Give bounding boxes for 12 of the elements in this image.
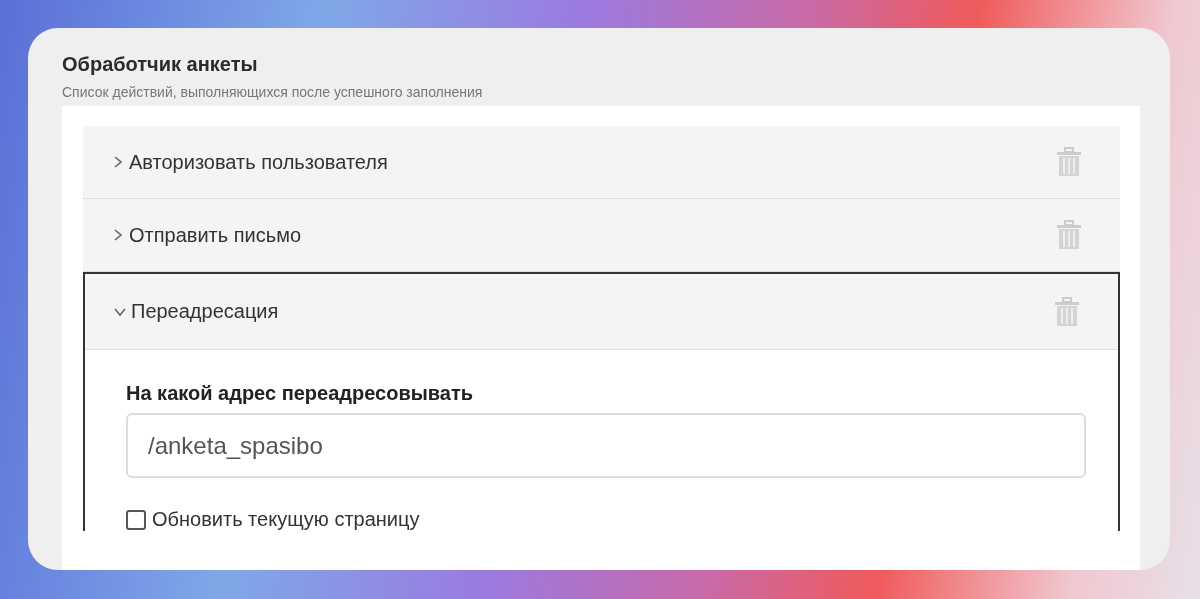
action-title: Авторизовать пользователя [129, 150, 389, 174]
field-label: На какой адрес переадресовывать [126, 382, 475, 405]
panel-title: Обработчик анкеты [62, 53, 259, 76]
action-header[interactable]: Переадресация [85, 274, 1118, 350]
checkbox-label: Обновить текущую страницу [152, 508, 420, 531]
action-header[interactable]: Авторизовать пользователя [83, 126, 1120, 198]
action-title: Отправить письмо [129, 223, 303, 247]
checkbox[interactable] [126, 509, 146, 530]
panel-subtitle: Список действий, выполняющихся после успешного заполнения [62, 84, 484, 100]
address-field[interactable]: /anketa_spasibo [126, 413, 1086, 478]
action-header[interactable]: Отправить письмо [83, 199, 1120, 271]
action-title: Переадресация [131, 300, 280, 323]
